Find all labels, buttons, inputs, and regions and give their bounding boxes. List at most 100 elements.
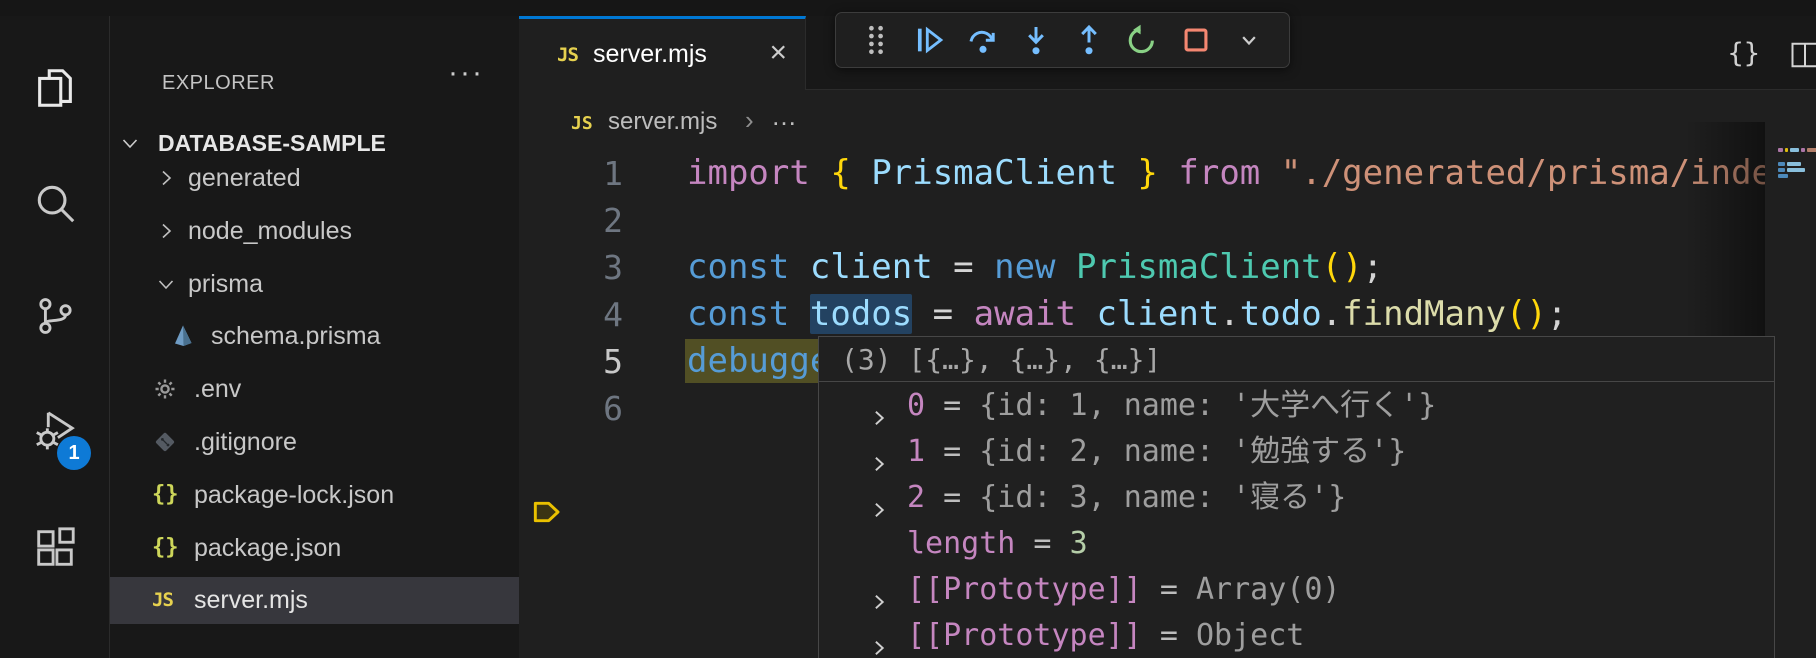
js-icon: JS	[152, 587, 178, 613]
breadcrumb-more[interactable]: …	[771, 101, 798, 132]
variable-row-2[interactable]: 2 = {id: 3, name: '寝る'}	[819, 475, 1774, 521]
item-label: .gitignore	[194, 428, 297, 457]
debug-current-line-arrow-icon[interactable]	[530, 496, 562, 528]
line-number[interactable]: 4	[519, 291, 623, 338]
variable-name: 1	[907, 434, 925, 469]
item-label: package.json	[194, 534, 341, 563]
variable-value: Array(0)	[1196, 572, 1341, 607]
extensions-icon[interactable]	[32, 525, 78, 571]
item-label: server.mjs	[194, 586, 308, 615]
sidebar-item-prisma[interactable]: prisma	[110, 261, 519, 308]
variable-value: {id: 3, name: '寝る'}	[979, 480, 1346, 515]
chevron-down-icon	[154, 272, 178, 296]
chevron-right-icon	[154, 219, 178, 243]
search-icon[interactable]	[32, 180, 78, 226]
debug-count-badge: 1	[57, 436, 91, 470]
breadcrumb[interactable]: JS server.mjs › …	[519, 91, 1816, 151]
source-control-icon[interactable]	[32, 293, 78, 339]
line-content: const todos = await client.todo.findMany…	[687, 291, 1567, 338]
sidebar-title: EXPLORER	[162, 72, 275, 95]
minimap-line	[1778, 174, 1788, 178]
gripper-icon	[863, 23, 889, 57]
tab-server-mjs[interactable]: JS server.mjs ×	[519, 16, 806, 90]
line-number[interactable]: 3	[519, 244, 623, 291]
json-braces-icon: {}	[152, 482, 178, 508]
variable-value: 3	[1070, 526, 1088, 561]
line-number[interactable]: 5	[519, 338, 623, 385]
split-editor-icon[interactable]	[1790, 40, 1816, 68]
breadcrumb-file[interactable]: server.mjs	[608, 108, 717, 136]
sidebar-item-package-json[interactable]: {}package.json	[110, 525, 519, 572]
variable-name: length	[907, 526, 1015, 561]
variable-row-prototype[interactable]: [[Prototype]] = Object	[819, 613, 1774, 658]
variable-row-1[interactable]: 1 = {id: 2, name: '勉強する'}	[819, 429, 1774, 475]
variable-value: {id: 2, name: '勉強する'}	[979, 434, 1406, 469]
step-into-icon	[1019, 23, 1053, 57]
line-number[interactable]: 2	[519, 197, 623, 244]
sidebar-item-server-mjs[interactable]: JS server.mjs	[110, 577, 519, 624]
js-file-icon: JS	[557, 42, 583, 68]
more-actions-icon[interactable]: ···	[448, 56, 484, 90]
chevron-right-icon	[154, 166, 178, 190]
chevron-right-icon[interactable]	[869, 626, 889, 646]
more-sessions-button[interactable]	[1230, 21, 1268, 59]
restart-icon	[1125, 23, 1159, 57]
step-over-icon	[966, 23, 1000, 57]
chevron-right-icon[interactable]	[869, 396, 889, 416]
minimap-line	[1778, 148, 1816, 152]
sidebar-item-node-modules[interactable]: node_modules	[110, 208, 519, 255]
debug-hover-popup: (3) [{…}, {…}, {…}] 0 = {id: 1, name: '大…	[818, 336, 1775, 658]
variable-value: Object	[1196, 618, 1304, 653]
step-out-icon	[1072, 23, 1106, 57]
line-number[interactable]: 6	[519, 385, 623, 432]
chevron-down-icon	[1235, 26, 1263, 54]
variable-row-prototype[interactable]: [[Prototype]] = Array(0)	[819, 567, 1774, 613]
item-label: node_modules	[188, 217, 352, 246]
git-icon	[152, 429, 178, 455]
variable-row-length: length = 3	[819, 521, 1774, 567]
code-line-4[interactable]: 4 const todos = await client.todo.findMan…	[519, 291, 1765, 338]
sidebar-item-schema-prisma[interactable]: schema.prisma	[110, 313, 519, 360]
chevron-right-icon[interactable]	[869, 580, 889, 600]
chevron-right-icon[interactable]	[869, 442, 889, 462]
sidebar-item--env[interactable]: .env	[110, 366, 519, 413]
minimap[interactable]	[1775, 122, 1816, 658]
braces-action-icon[interactable]: {}	[1727, 38, 1760, 69]
sidebar-item-generated[interactable]: generated	[110, 155, 519, 202]
gear-icon	[152, 376, 178, 402]
step-over-button[interactable]	[964, 21, 1002, 59]
item-label: prisma	[188, 270, 263, 299]
variable-row-0[interactable]: 0 = {id: 1, name: '大学へ行く'}	[819, 383, 1774, 429]
variable-value: {id: 1, name: '大学へ行く'}	[979, 388, 1436, 423]
step-into-button[interactable]	[1017, 21, 1055, 59]
code-line-2[interactable]: 2	[519, 197, 1765, 244]
prisma-icon	[170, 323, 196, 349]
vscode-window: 1 EXPLORER ··· DATABASE-SAMPLE generated…	[0, 0, 1816, 658]
chevron-down-icon	[118, 131, 142, 155]
line-number[interactable]: 1	[519, 150, 623, 197]
variable-name: 2	[907, 480, 925, 515]
item-label: package-lock.json	[194, 481, 394, 510]
drag-button[interactable]	[857, 21, 895, 59]
variable-name: [[Prototype]]	[907, 618, 1142, 653]
activity-bar: 1	[0, 16, 110, 658]
chevron-right-icon[interactable]	[869, 488, 889, 508]
minimap-line	[1778, 162, 1801, 166]
sidebar-item-package-lock-json[interactable]: {} package-lock.json	[110, 472, 519, 519]
debug-value-preview: (3) [{…}, {…}, {…}]	[819, 337, 1774, 382]
code-line-3[interactable]: 3const client = new PrismaClient();	[519, 244, 1765, 291]
explorer-sidebar: EXPLORER ··· DATABASE-SAMPLE generatedno…	[110, 16, 519, 658]
continue-icon	[912, 23, 946, 57]
continue-button[interactable]	[910, 21, 948, 59]
restart-button[interactable]	[1123, 21, 1161, 59]
files-icon[interactable]	[32, 65, 78, 111]
variable-name: [[Prototype]]	[907, 572, 1142, 607]
tab-label: server.mjs	[593, 40, 707, 69]
variable-name: 0	[907, 388, 925, 423]
step-out-button[interactable]	[1070, 21, 1108, 59]
js-file-icon: JS	[571, 113, 593, 134]
stop-button[interactable]	[1177, 21, 1215, 59]
sidebar-item--gitignore[interactable]: .gitignore	[110, 419, 519, 466]
close-icon[interactable]: ×	[769, 36, 787, 70]
code-line-1[interactable]: 1import { PrismaClient } from "./generat…	[519, 150, 1765, 197]
